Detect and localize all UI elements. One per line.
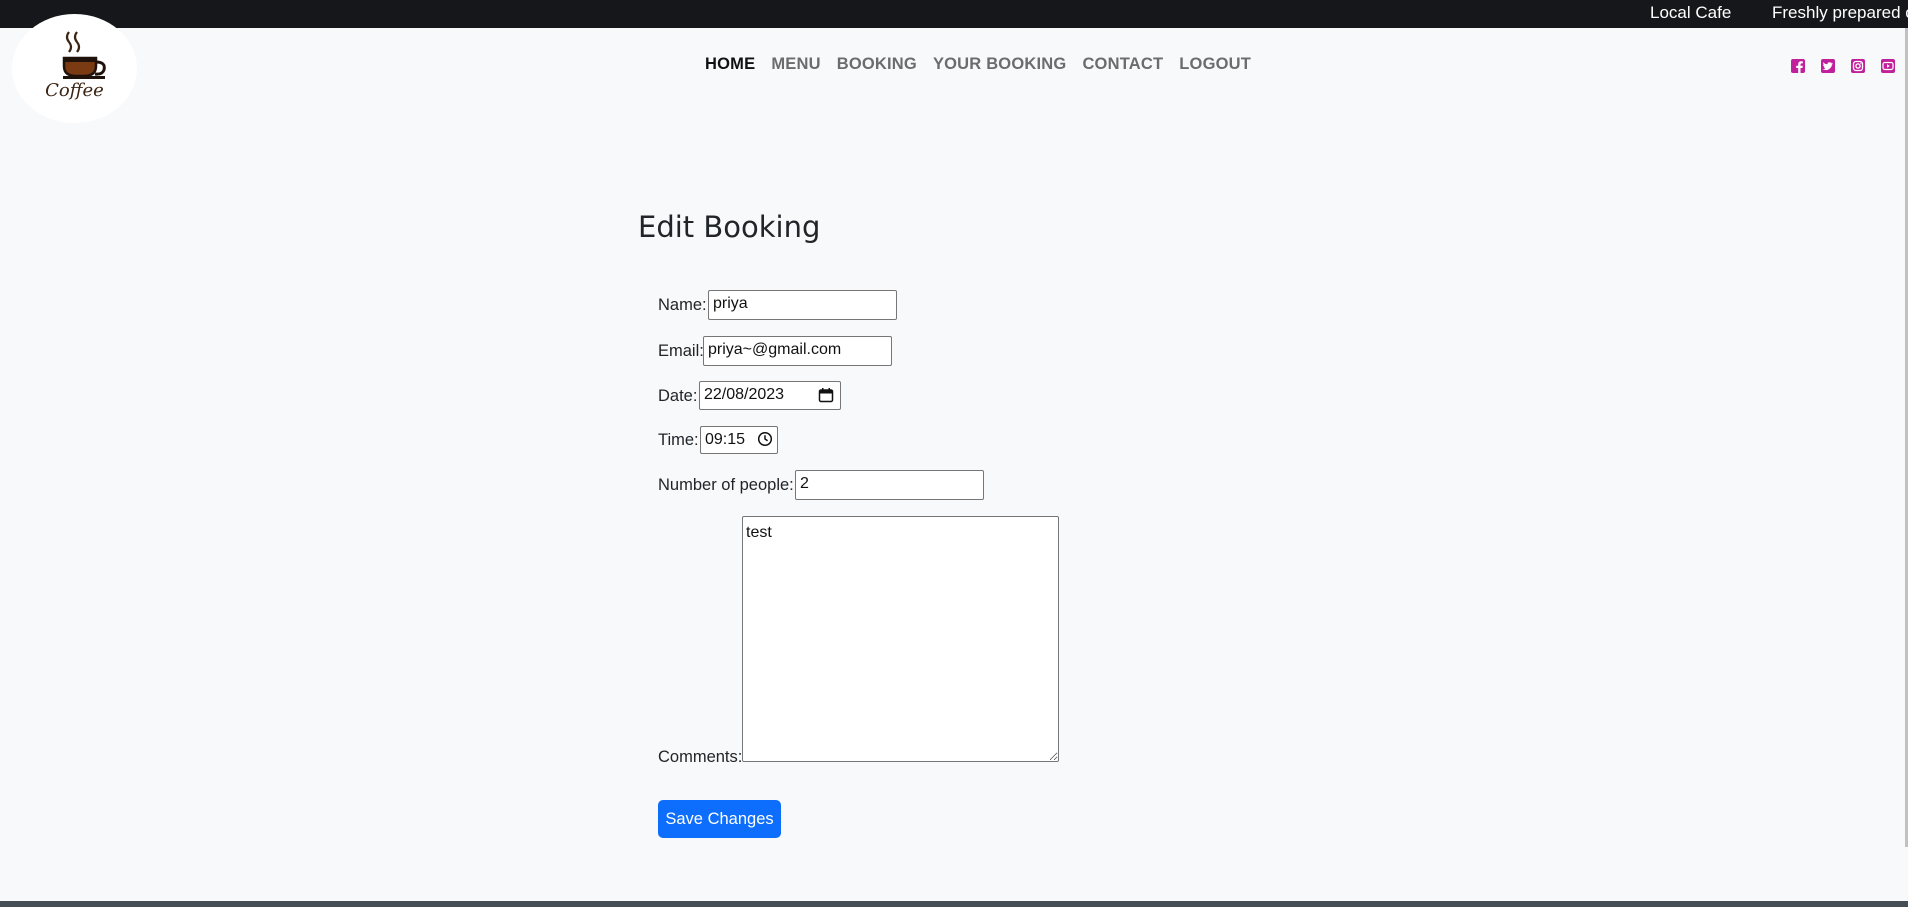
facebook-icon[interactable] [1790, 58, 1806, 74]
nav-home[interactable]: HOME [705, 55, 755, 77]
clock-icon[interactable] [757, 431, 773, 452]
name-value: priya [713, 295, 748, 312]
ticker-item-tagline: Freshly prepared cof [1772, 3, 1908, 22]
instagram-icon[interactable] [1850, 58, 1866, 74]
comments-label: Comments: [658, 748, 743, 766]
youtube-icon[interactable] [1880, 58, 1896, 74]
top-announcement-bar: Local Cafe Freshly prepared cof [0, 0, 1908, 28]
twitter-icon[interactable] [1820, 58, 1836, 74]
email-label: Email: [658, 342, 704, 360]
calendar-icon[interactable] [818, 387, 834, 408]
date-input[interactable]: 22/08/2023 [699, 381, 841, 410]
nav-logout[interactable]: LOGOUT [1179, 55, 1251, 77]
email-input[interactable]: priya~@gmail.com [703, 336, 892, 366]
coffee-cup-icon [62, 31, 106, 79]
page-title: Edit Booking [638, 210, 821, 244]
ticker: Local Cafe Freshly prepared cof [1650, 0, 1908, 28]
time-value: 09:15 [705, 431, 746, 448]
main-nav: HOME MENU BOOKING YOUR BOOKING CONTACT L… [705, 55, 1251, 77]
nav-menu[interactable]: MENU [771, 55, 820, 77]
nav-your-booking[interactable]: YOUR BOOKING [933, 55, 1067, 77]
time-input[interactable]: 09:15 [700, 426, 778, 454]
coffee-logo[interactable]: Coffee [12, 14, 137, 123]
comments-textarea[interactable] [742, 516, 1059, 762]
time-label: Time: [658, 431, 699, 449]
ticker-item-cafe: Local Cafe [1650, 3, 1732, 22]
email-value: priya~@gmail.com [708, 341, 842, 358]
save-changes-button[interactable]: Save Changes [658, 800, 781, 838]
people-input[interactable]: 2 [795, 470, 984, 500]
name-input[interactable]: priya [708, 290, 897, 320]
footer-edge [0, 901, 1908, 907]
nav-booking[interactable]: BOOKING [837, 55, 917, 77]
people-value: 2 [800, 475, 809, 492]
logo-text: Coffee [45, 80, 104, 101]
name-label: Name: [658, 296, 707, 314]
date-label: Date: [658, 387, 698, 405]
nav-contact[interactable]: CONTACT [1082, 55, 1163, 77]
social-links [1790, 58, 1896, 74]
people-label: Number of people: [658, 476, 794, 494]
date-value: 22/08/2023 [704, 386, 785, 403]
